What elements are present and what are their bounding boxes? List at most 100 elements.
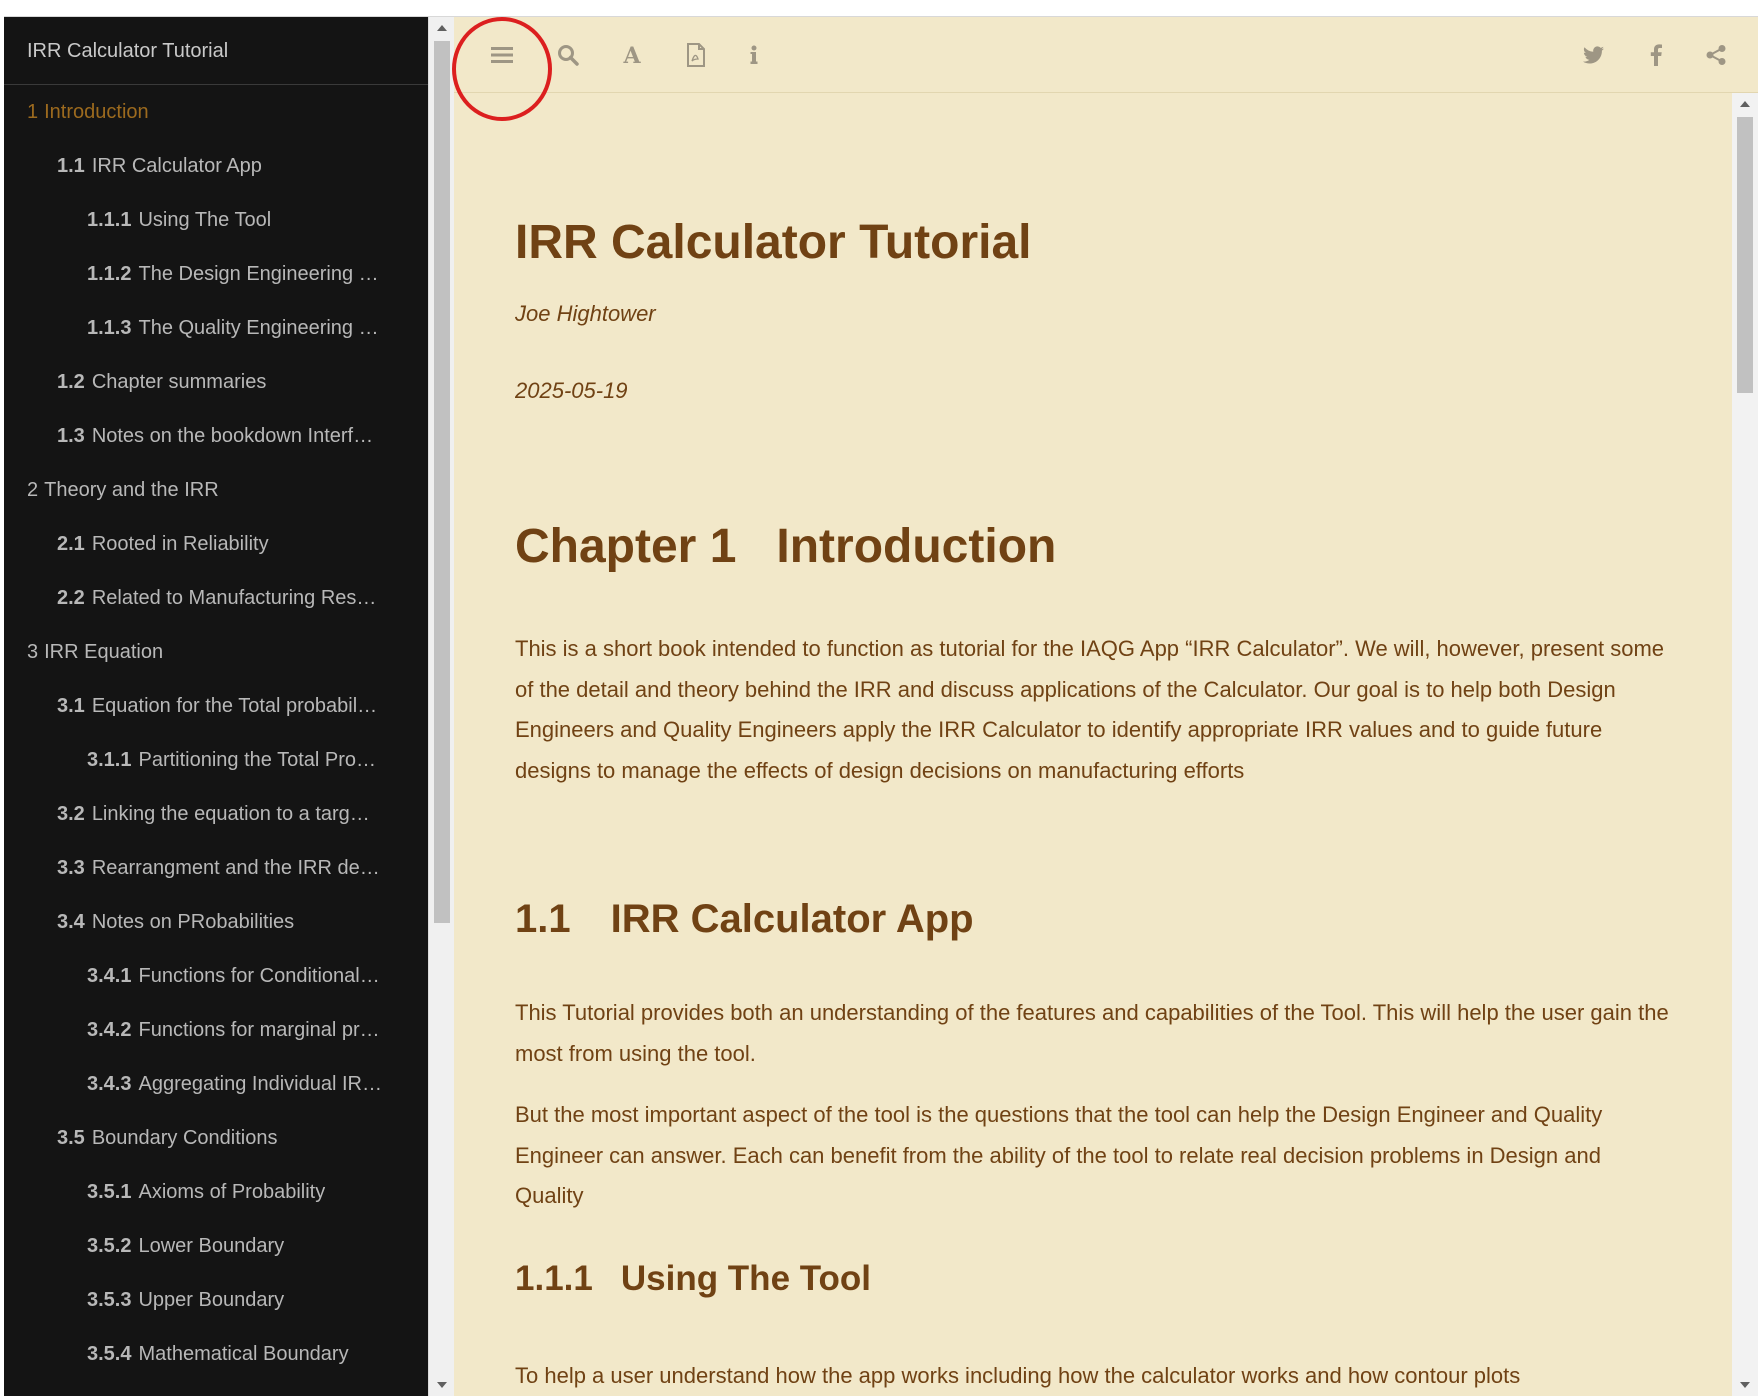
toc-item-number: 1.1 <box>57 154 85 177</box>
toc-item-1-3[interactable]: 1.3 Notes on the bookdown Interf… <box>4 409 428 463</box>
toc-item-number: 3.4.3 <box>87 1072 132 1095</box>
intro-paragraph: This is a short book intended to functio… <box>515 636 1665 783</box>
toc-item-number: 2.1 <box>57 532 85 555</box>
author-name: Joe Hightower <box>515 301 656 326</box>
section-heading-1-1-1: 1.1.1 Using The Tool <box>515 1259 871 1299</box>
toc-item-number: 1.1.1 <box>87 208 132 231</box>
toc-item-3-4-3[interactable]: 3.4.3 Aggregating Individual IR… <box>4 1057 428 1111</box>
toc-item-label: The Quality Engineering … <box>138 316 379 339</box>
toc-item-3-2[interactable]: 3.2 Linking the equation to a targ… <box>4 787 428 841</box>
toc-item-number: 1.3 <box>57 424 85 447</box>
toc-item-label: Axioms of Probability <box>138 1180 326 1203</box>
toc-item-3-1[interactable]: 3.1 Equation for the Total probabil… <box>4 679 428 733</box>
svg-text:A: A <box>622 44 641 66</box>
toc-item-label: Lower Boundary <box>138 1234 285 1257</box>
toc-item-number: 3 <box>27 640 39 663</box>
toolbar: A <box>454 17 1758 93</box>
content-scrollbar[interactable] <box>1732 93 1758 1396</box>
toc-item-label: Using The Tool <box>138 208 272 231</box>
toc-item-2-2[interactable]: 2.2 Related to Manufacturing Res… <box>4 571 428 625</box>
toc-item-label: IRR Equation <box>44 640 164 663</box>
toc-item-label: Equation for the Total probabil… <box>91 694 378 717</box>
chapter-heading: Chapter 1 Introduction <box>515 519 1056 574</box>
chapter-number: Chapter 1 <box>515 520 737 573</box>
toc-item-number: 3.4 <box>57 910 85 933</box>
sidebar-scrollbar[interactable] <box>428 17 454 1396</box>
toc-item-number: 1.1.3 <box>87 316 132 339</box>
font-icon[interactable]: A <box>614 37 650 73</box>
toc-item-label: IRR Calculator App <box>91 154 262 177</box>
toc-item-3-1-1[interactable]: 3.1.1 Partitioning the Total Pro… <box>4 733 428 787</box>
facebook-icon[interactable] <box>1638 37 1674 73</box>
toc-item-3[interactable]: 3 IRR Equation <box>4 625 428 679</box>
toc-item-2[interactable]: 2 Theory and the IRR <box>4 463 428 517</box>
toc-item-1[interactable]: 1 Introduction <box>4 85 428 139</box>
toc-item-1-1-3[interactable]: 1.1.3 The Quality Engineering … <box>4 301 428 355</box>
app-frame: IRR Calculator Tutorial 1 Introduction 1.1… <box>4 16 1758 1396</box>
pdf-icon[interactable] <box>678 37 714 73</box>
toc-item-number: 3.5.2 <box>87 1234 132 1257</box>
chapter-title: Introduction <box>776 520 1057 573</box>
twitter-icon[interactable] <box>1576 37 1612 73</box>
toc-item-number: 3.4.2 <box>87 1018 132 1041</box>
toc-item-1-1-2[interactable]: 1.1.2 The Design Engineering … <box>4 247 428 301</box>
sidebar-book-title[interactable]: IRR Calculator Tutorial <box>4 17 428 85</box>
scroll-up-arrow-icon[interactable] <box>1740 101 1750 107</box>
toc-item-3-5-4[interactable]: 3.5.4 Mathematical Boundary <box>4 1327 428 1381</box>
toc-item-label: Introduction <box>44 100 149 123</box>
toc-item-label: Rearrangment and the IRR de… <box>91 856 380 879</box>
toc-item-number: 3.5.1 <box>87 1180 132 1203</box>
toc-item-3-4-2[interactable]: 3.4.2 Functions for marginal pr… <box>4 1003 428 1057</box>
toc-item-number: 1.1.2 <box>87 262 132 285</box>
toc-item-3-5-2[interactable]: 3.5.2 Lower Boundary <box>4 1219 428 1273</box>
info-icon[interactable] <box>736 37 772 73</box>
share-icon[interactable] <box>1698 37 1734 73</box>
toc-item-number: 2 <box>27 478 39 501</box>
toc-item-3-3[interactable]: 3.3 Rearrangment and the IRR de… <box>4 841 428 895</box>
toc-item-number: 3.4.1 <box>87 964 132 987</box>
toc-item-label: Boundary Conditions <box>91 1126 278 1149</box>
sidebar-scroll-thumb[interactable] <box>434 41 450 923</box>
toc-item-number: 3.1 <box>57 694 85 717</box>
section-1-1-paragraph-1: This Tutorial provides both an understan… <box>515 1000 1669 1066</box>
book-title: IRR Calculator Tutorial <box>515 216 1032 269</box>
toc-item-1-2[interactable]: 1.2 Chapter summaries <box>4 355 428 409</box>
section-number: 1.1 <box>515 897 571 941</box>
toc-sidebar: IRR Calculator Tutorial 1 Introduction 1.1… <box>4 17 428 1396</box>
toc-item-2-1[interactable]: 2.1 Rooted in Reliability <box>4 517 428 571</box>
book-content: IRR Calculator Tutorial Joe Hightower 20… <box>515 93 1675 1396</box>
table-of-contents: 1 Introduction 1.1 IRR Calculator App 1.1.1 U… <box>4 85 428 1396</box>
toc-item-number: 3.3 <box>57 856 85 879</box>
content-scroll-thumb[interactable] <box>1737 117 1753 393</box>
toc-item-number: 2.2 <box>57 586 85 609</box>
toc-item-1-1[interactable]: 1.1 IRR Calculator App <box>4 139 428 193</box>
section-title: Using The Tool <box>620 1259 872 1298</box>
toc-item-3-5-3[interactable]: 3.5.3 Upper Boundary <box>4 1273 428 1327</box>
toc-item-3-4-1[interactable]: 3.4.1 Functions for Conditional… <box>4 949 428 1003</box>
toc-item-number: 3.2 <box>57 802 85 825</box>
toc-item-label: Functions for marginal pr… <box>138 1018 380 1041</box>
section-number: 1.1.1 <box>515 1259 593 1298</box>
toc-item-label: Linking the equation to a targ… <box>91 802 370 825</box>
toc-item-number: 3.5.4 <box>87 1342 132 1365</box>
search-icon[interactable] <box>550 37 586 73</box>
toc-item-3-5-1[interactable]: 3.5.1 Axioms of Probability <box>4 1165 428 1219</box>
toc-item-label: Functions for Conditional… <box>138 964 380 987</box>
toc-item-label: Partitioning the Total Pro… <box>138 748 377 771</box>
toc-item-number: 3.5.3 <box>87 1288 132 1311</box>
toc-item-label: Rooted in Reliability <box>91 532 269 555</box>
toc-item-label: Theory and the IRR <box>44 478 219 501</box>
scroll-down-arrow-icon[interactable] <box>1740 1382 1750 1388</box>
toc-item-number: 1 <box>27 100 39 123</box>
toc-item-3-4[interactable]: 3.4 Notes on PRobabilities <box>4 895 428 949</box>
toc-item-label: Notes on PRobabilities <box>91 910 295 933</box>
toc-item-1-1-1[interactable]: 1.1.1 Using The Tool <box>4 193 428 247</box>
scroll-up-arrow-icon[interactable] <box>437 25 447 31</box>
toc-item-label: Aggregating Individual IR… <box>138 1072 382 1095</box>
toc-item-label: The Design Engineering … <box>138 262 379 285</box>
toc-item-3-5[interactable]: 3.5 Boundary Conditions <box>4 1111 428 1165</box>
toc-item-number: 1.2 <box>57 370 85 393</box>
toc-item-label: Upper Boundary <box>138 1288 285 1311</box>
menu-icon[interactable] <box>484 37 520 73</box>
scroll-down-arrow-icon[interactable] <box>437 1382 447 1388</box>
